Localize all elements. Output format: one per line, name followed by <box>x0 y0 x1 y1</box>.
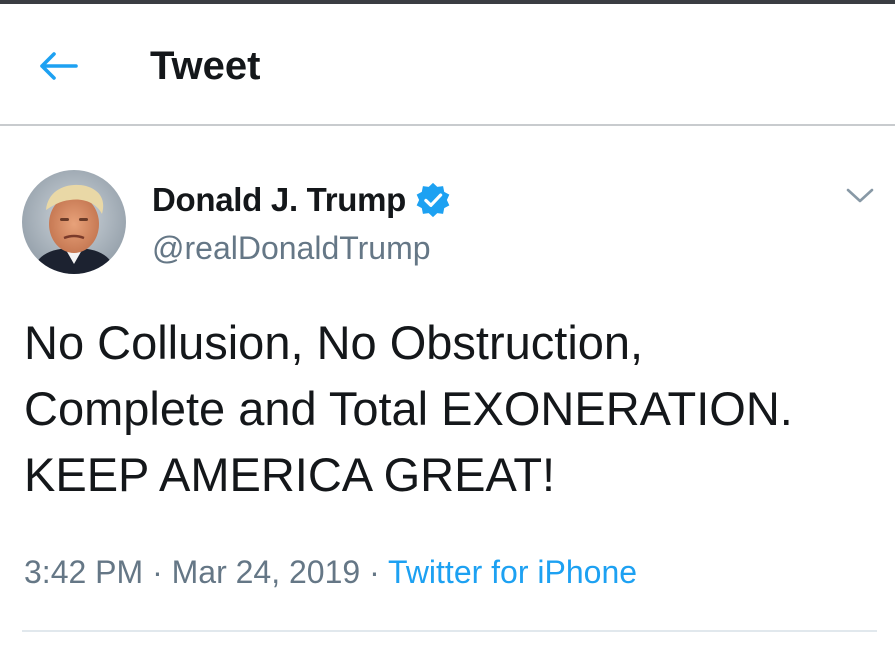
tweet-time[interactable]: 3:42 PM <box>24 554 143 590</box>
divider <box>22 630 877 632</box>
tweet-page: Tweet Donald J. Trump @realDonaldTrump N… <box>0 0 895 665</box>
avatar-portrait <box>22 170 126 274</box>
arrow-left-icon <box>40 52 78 80</box>
tweet-text: No Collusion, No Obstruction, Complete a… <box>24 310 884 508</box>
tweet-metadata: 3:42 PM · Mar 24, 2019 · Twitter for iPh… <box>24 550 637 594</box>
chevron-down-icon <box>846 188 874 203</box>
tweet-date[interactable]: Mar 24, 2019 <box>172 554 361 590</box>
tweet-text-line: No Collusion, No Obstruction, <box>24 316 644 369</box>
meta-separator: · <box>360 554 389 590</box>
author-name-text: Donald J. Trump <box>152 181 407 218</box>
page-title: Tweet <box>150 44 261 88</box>
author-name[interactable]: Donald J. Trump <box>152 176 452 224</box>
back-button[interactable] <box>30 44 86 88</box>
tweet-text-line: Complete and Total EXONERATION. <box>24 382 793 435</box>
more-options-button[interactable] <box>838 178 882 214</box>
author-handle[interactable]: @realDonaldTrump <box>152 226 431 270</box>
tweet-text-line: KEEP AMERICA GREAT! <box>24 448 556 501</box>
header-bar: Tweet <box>0 4 895 126</box>
verified-badge-icon <box>416 182 450 218</box>
avatar[interactable] <box>22 170 126 274</box>
tweet-source-link[interactable]: Twitter for iPhone <box>388 554 637 590</box>
meta-separator: · <box>143 554 172 590</box>
